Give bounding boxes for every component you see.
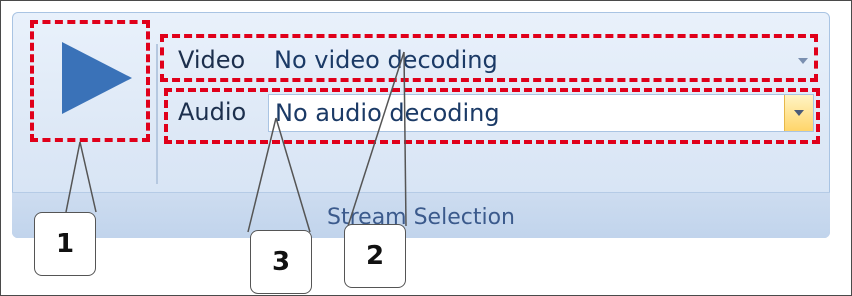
highlight-audio-dropdown xyxy=(164,88,820,144)
highlight-video-dropdown xyxy=(160,34,818,82)
highlight-play-button xyxy=(30,20,150,142)
group-label: Stream Selection xyxy=(327,205,515,230)
callout-2: 2 xyxy=(344,224,406,288)
separator xyxy=(156,44,158,184)
callout-3: 3 xyxy=(250,230,312,294)
callout-1: 1 xyxy=(34,212,96,276)
